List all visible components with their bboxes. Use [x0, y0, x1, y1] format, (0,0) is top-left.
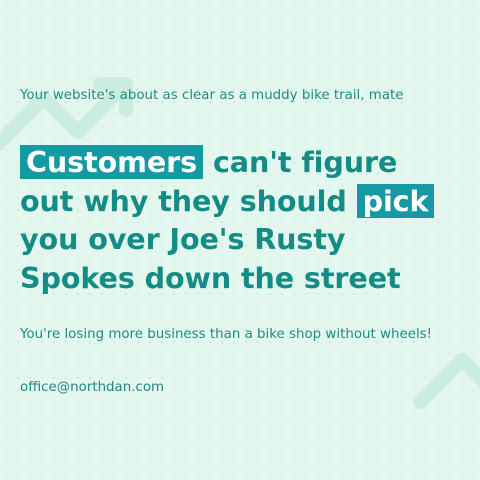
post-content: Your website's about as clear as a muddy… [20, 87, 460, 397]
contact-email: office@northdan.com [20, 380, 165, 395]
headline-text-2: you over Joe's Rusty Spokes down the str… [20, 222, 401, 295]
headline-highlight-customers: Customers [20, 145, 204, 179]
subheadline: Your website's about as clear as a muddy… [20, 88, 404, 103]
headline-highlight-pick: pick [356, 183, 435, 218]
headline: Customers can't figure out why they shou… [20, 143, 460, 297]
tagline: You're losing more business than a bike … [20, 327, 433, 342]
